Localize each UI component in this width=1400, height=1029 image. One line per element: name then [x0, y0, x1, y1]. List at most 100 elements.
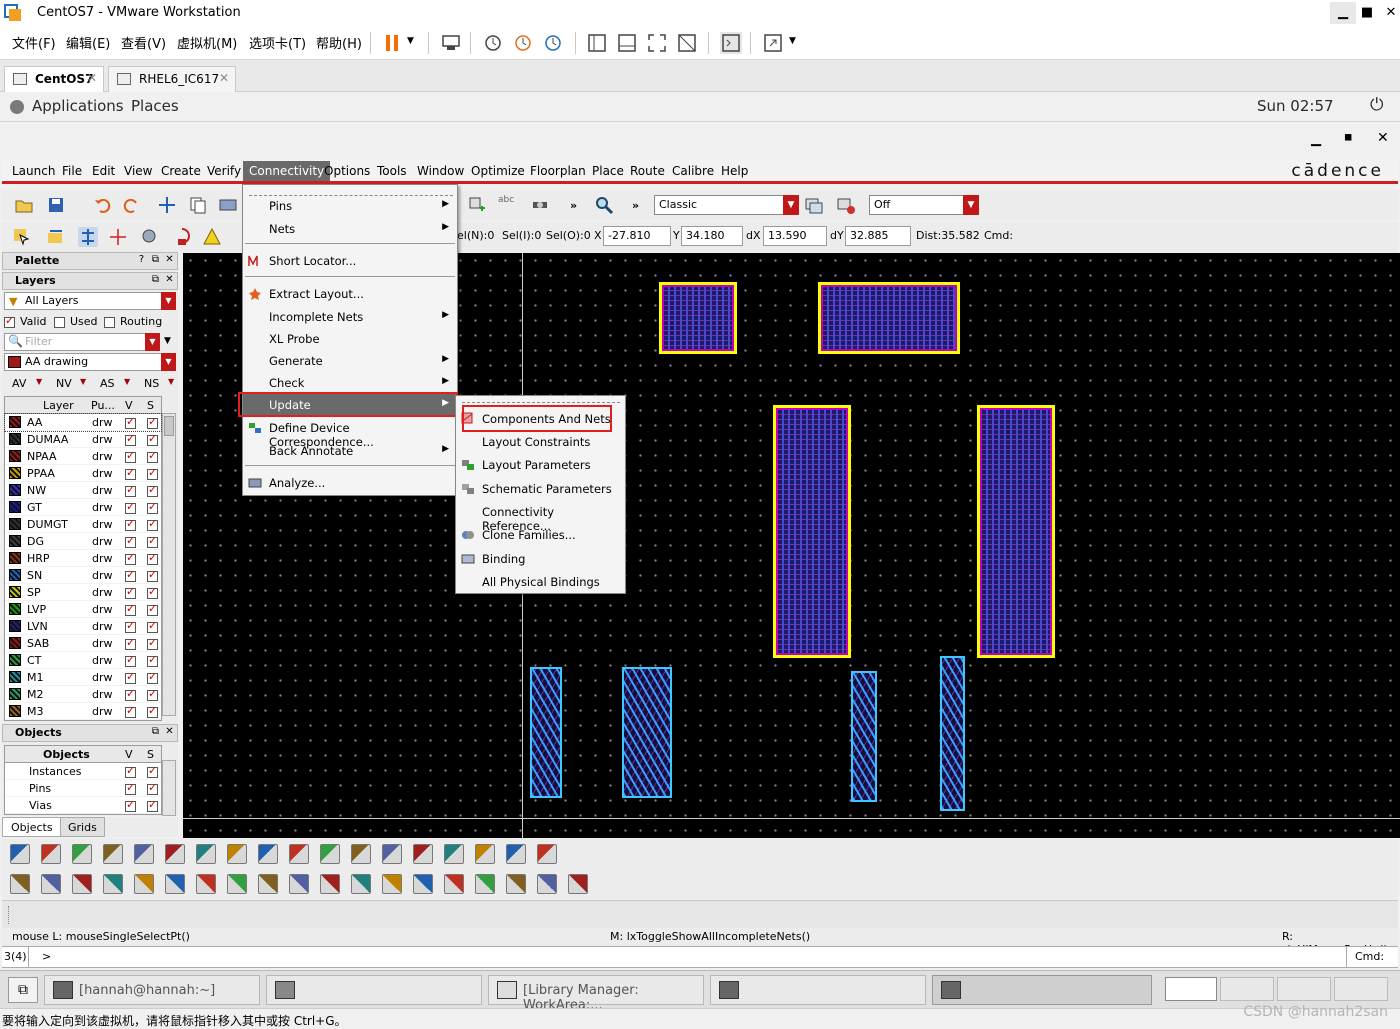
layer-row[interactable]: SAB drw: [5, 635, 161, 652]
layer-visible-checkbox[interactable]: [125, 653, 136, 667]
layer-selectable-checkbox[interactable]: [147, 653, 158, 667]
revert-snapshot-icon[interactable]: [512, 32, 534, 54]
object-row[interactable]: Vias: [5, 797, 161, 814]
chevron-down-icon[interactable]: ▼: [161, 353, 176, 371]
layout-shape[interactable]: [659, 282, 737, 354]
mirror-icon[interactable]: [413, 874, 433, 894]
float-icon[interactable]: ⧉: [150, 726, 161, 738]
menu-help[interactable]: Help: [721, 164, 748, 178]
hierarchy-icon[interactable]: [78, 227, 98, 247]
heart-icon[interactable]: [258, 874, 278, 894]
task-library-manager[interactable]: [Library Manager: WorkArea:...: [488, 975, 704, 1013]
waveform-icon[interactable]: [568, 874, 588, 894]
layer-row[interactable]: AA drw: [4, 413, 162, 432]
layer-visible-checkbox[interactable]: [125, 568, 136, 582]
stack-icon[interactable]: [41, 874, 61, 894]
zoom-box-icon[interactable]: [444, 844, 464, 864]
chevron-down-icon[interactable]: ▼: [963, 195, 979, 215]
layer-row[interactable]: DUMAA drw: [5, 431, 161, 448]
zoom-icon[interactable]: [594, 195, 614, 215]
layer-visible-checkbox[interactable]: [125, 636, 136, 650]
menu-view[interactable]: View: [124, 164, 152, 178]
create-label-icon[interactable]: abc: [498, 195, 518, 215]
menu-floorplan[interactable]: Floorplan: [530, 164, 586, 178]
chevron-down-icon[interactable]: ▼: [161, 292, 176, 310]
layer-visible-checkbox[interactable]: [125, 534, 136, 548]
thumbnail-view-icon[interactable]: [616, 32, 638, 54]
help-icon[interactable]: ?: [136, 254, 147, 266]
align-icon[interactable]: [10, 874, 30, 894]
globe-icon[interactable]: [320, 844, 340, 864]
maximize-icon[interactable]: ■: [1354, 2, 1380, 24]
layer-row[interactable]: PPAA drw: [5, 465, 161, 482]
net-tree-icon[interactable]: [41, 844, 61, 864]
toolbar-grip[interactable]: [8, 906, 11, 924]
create-via-icon[interactable]: [530, 195, 550, 215]
partial-select-icon[interactable]: [46, 227, 66, 247]
menu-item-schematic-parameters[interactable]: Schematic Parameters: [456, 478, 625, 500]
open-icon[interactable]: [14, 195, 34, 215]
copy-layer-icon[interactable]: [537, 874, 557, 894]
minimize-icon[interactable]: ▁: [1330, 2, 1356, 24]
close-tab-icon[interactable]: ✕: [87, 71, 97, 85]
float-icon[interactable]: ⧉: [150, 254, 161, 266]
workspace-4[interactable]: [1334, 977, 1388, 1001]
column-purpose[interactable]: Pu...: [91, 399, 115, 412]
ruler-icon[interactable]: [108, 227, 128, 247]
layer-row[interactable]: CT drw: [5, 652, 161, 669]
snapshot-icon[interactable]: [482, 32, 504, 54]
close-tab-icon[interactable]: ✕: [219, 71, 229, 85]
layer-selectable-checkbox[interactable]: [147, 551, 158, 565]
layer-row[interactable]: M1 drw: [5, 669, 161, 686]
menu-create[interactable]: Create: [161, 164, 201, 178]
undo-icon[interactable]: [92, 195, 112, 215]
full-screen-icon[interactable]: [646, 32, 668, 54]
layer-selectable-checkbox[interactable]: [147, 568, 158, 582]
person-icon[interactable]: [72, 874, 92, 894]
clock[interactable]: Sun 02:57: [1257, 97, 1334, 115]
object-visible-checkbox[interactable]: [125, 764, 136, 778]
layer-selectable-checkbox[interactable]: [147, 687, 158, 701]
menu-item-extract-layout[interactable]: Extract Layout...: [243, 283, 457, 305]
menu-item-nets[interactable]: Nets ▶: [243, 218, 457, 240]
layer-row[interactable]: LVP drw: [5, 601, 161, 618]
fill-icon[interactable]: [444, 874, 464, 894]
layer-selectable-checkbox[interactable]: [147, 602, 158, 616]
copy-icon[interactable]: [188, 195, 208, 215]
workspace-save-icon[interactable]: [804, 195, 824, 215]
menu-item-pins[interactable]: Pins ▶: [243, 195, 457, 217]
wrench-icon[interactable]: [103, 874, 123, 894]
layer-selectable-checkbox[interactable]: [147, 619, 158, 633]
applications-menu[interactable]: Applications: [32, 97, 124, 115]
route-icon[interactable]: [227, 874, 247, 894]
library-view-icon[interactable]: [586, 32, 608, 54]
layer-selectable-checkbox[interactable]: [147, 534, 158, 548]
vm-menu-view[interactable]: 查看(V): [121, 33, 166, 52]
object-visible-checkbox[interactable]: [125, 781, 136, 795]
used-checkbox[interactable]: [54, 316, 65, 328]
menu-item-layout-parameters[interactable]: Layout Parameters: [456, 454, 625, 476]
split-icon[interactable]: [537, 844, 557, 864]
layer-visible-checkbox[interactable]: [125, 432, 136, 446]
maximize-icon[interactable]: ◼: [1344, 132, 1352, 143]
none-selectable-button[interactable]: NS: [144, 377, 159, 390]
column-selectable[interactable]: S: [147, 748, 154, 761]
tab-grids[interactable]: Grids: [60, 817, 105, 837]
chain-icon[interactable]: [134, 874, 154, 894]
layout-shape[interactable]: [622, 667, 672, 798]
vm-menu-tabs[interactable]: 选项卡(T): [249, 33, 306, 52]
layer-visible-checkbox[interactable]: [125, 687, 136, 701]
layer-visible-checkbox[interactable]: [125, 483, 136, 497]
menu-item-binding[interactable]: Binding: [456, 548, 625, 570]
menu-item-back-annotate[interactable]: Back Annotate ▶: [243, 440, 457, 462]
layer-row[interactable]: M2 drw: [5, 686, 161, 703]
layer-row[interactable]: LVN drw: [5, 618, 161, 635]
chevron-down-icon[interactable]: ▼: [124, 377, 130, 386]
layer-selectable-checkbox[interactable]: [147, 517, 158, 531]
hierarchy-tree-icon[interactable]: [10, 844, 30, 864]
show-desktop-icon[interactable]: ⧉: [8, 977, 38, 1003]
layer-scrollbar[interactable]: [162, 413, 176, 716]
menu-item-generate[interactable]: Generate ▶: [243, 350, 457, 372]
object-selectable-checkbox[interactable]: [147, 781, 158, 795]
menu-tools[interactable]: Tools: [377, 164, 407, 178]
